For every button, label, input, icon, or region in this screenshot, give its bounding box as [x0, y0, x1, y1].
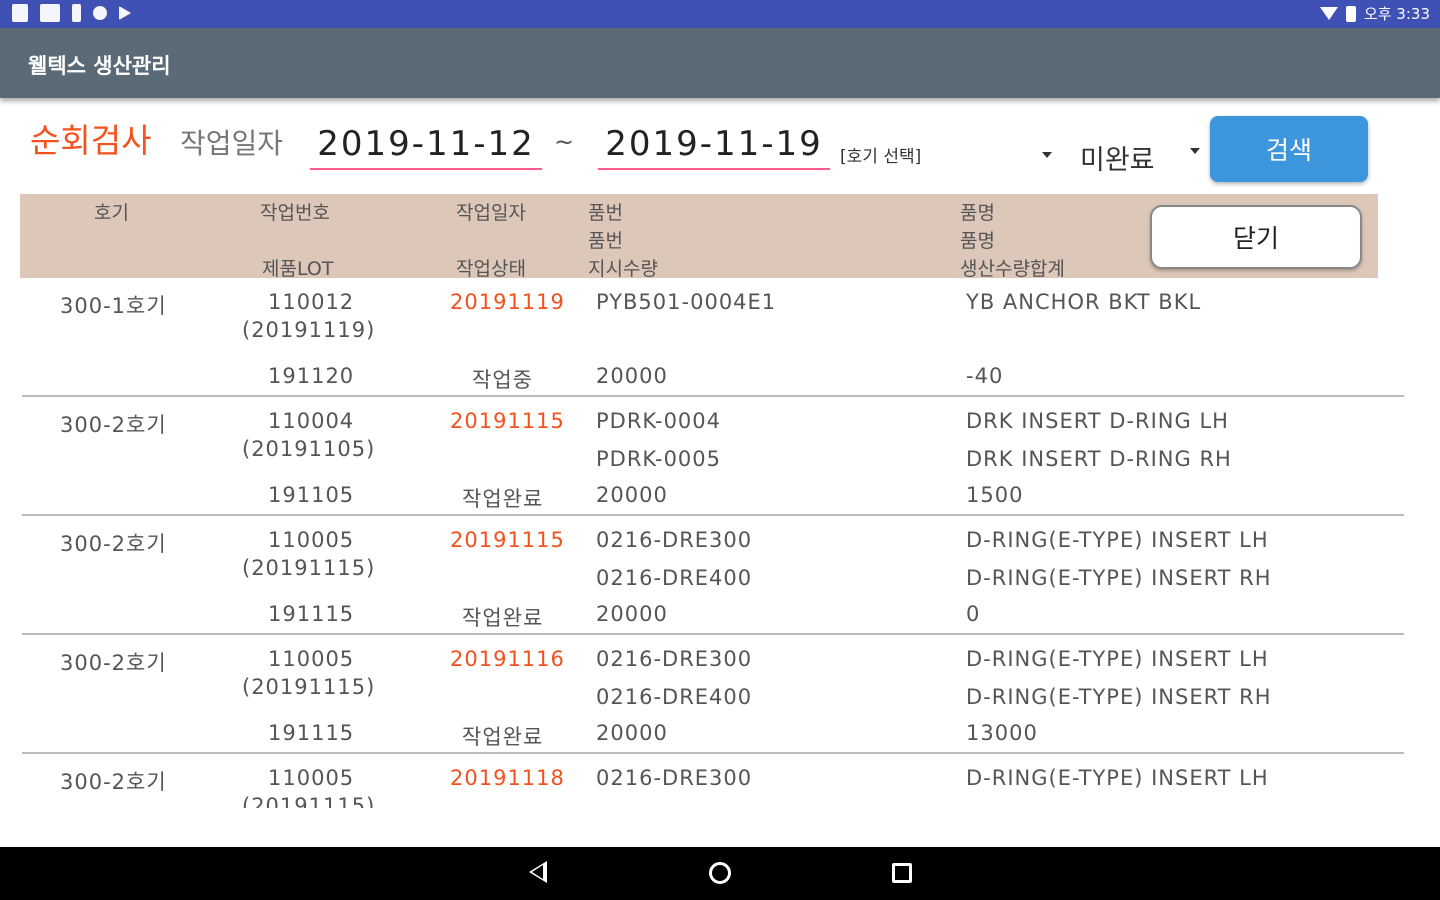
- wifi-icon: [1319, 7, 1338, 20]
- page-title: 순회검사: [30, 121, 152, 160]
- play-icon: [119, 6, 131, 20]
- row-machine: 300-1호기: [60, 294, 167, 318]
- row-order-qty: 20000: [596, 602, 668, 626]
- row-part-no-1: PYB501-0004E1: [596, 290, 777, 314]
- status-icons-right: 오후 3:33: [1319, 3, 1430, 24]
- search-button[interactable]: 검색: [1210, 116, 1368, 182]
- row-work-no: 110005: [268, 766, 355, 790]
- header-work-date: 작업일자: [456, 202, 526, 224]
- back-icon[interactable]: [529, 861, 547, 883]
- row-part-no-2: 0216-DRE400: [596, 566, 753, 590]
- row-work-no-date: (20191115): [242, 794, 376, 808]
- row-machine: 300-2호기: [60, 413, 167, 437]
- row-part-name-1: D-RING(E-TYPE) INSERT LH: [966, 647, 1269, 671]
- row-part-no-1: 0216-DRE300: [596, 766, 753, 790]
- row-part-no-2: 0216-DRE400: [596, 685, 753, 709]
- row-part-no-1: PDRK-0004: [596, 409, 722, 433]
- row-order-qty: 20000: [596, 364, 668, 388]
- row-machine: 300-2호기: [60, 651, 167, 675]
- row-order-qty: 20000: [596, 483, 668, 507]
- row-part-name-1: DRK INSERT D-RING LH: [966, 409, 1229, 433]
- header-machine: 호기: [94, 202, 129, 224]
- row-part-no-2: PDRK-0005: [596, 447, 722, 471]
- row-work-date: 20191116: [450, 647, 565, 671]
- sim-icon: [72, 4, 81, 22]
- header-product-lot: 제품LOT: [262, 258, 334, 280]
- battery-icon: [1345, 5, 1356, 22]
- header-part-no-2: 품번: [588, 230, 623, 252]
- row-part-no-1: 0216-DRE300: [596, 647, 753, 671]
- row-order-qty: 20000: [596, 721, 668, 745]
- table-row[interactable]: 300-1호기 110012 (20191119) 20191119 PYB50…: [0, 278, 1440, 397]
- row-status: 작업중: [472, 368, 533, 392]
- date-to-field[interactable]: 2019-11-19: [598, 124, 830, 170]
- system-nav-bar: [0, 847, 1440, 900]
- row-part-name-2: DRK INSERT D-RING RH: [966, 447, 1232, 471]
- table-row[interactable]: 300-2호기 110005 (20191115) 20191116 0216-…: [0, 635, 1440, 754]
- date-label: 작업일자: [180, 127, 284, 160]
- row-status: 작업완료: [462, 725, 544, 749]
- status-icons-left: [12, 4, 131, 22]
- row-work-no: 110004: [268, 409, 355, 433]
- row-machine: 300-2호기: [60, 770, 167, 794]
- row-prod-sum: 13000: [966, 721, 1038, 745]
- row-work-date: 20191115: [450, 409, 565, 433]
- header-order-qty: 지시수량: [588, 258, 658, 280]
- machine-spinner[interactable]: [호기 선택]: [840, 142, 1056, 178]
- header-part-name-2: 품명: [960, 230, 995, 252]
- status-spinner-label: 미완료: [1080, 145, 1155, 176]
- header-part-name: 품명: [960, 202, 995, 224]
- app-title: 웰텍스 생산관리: [28, 54, 171, 78]
- home-icon[interactable]: [709, 862, 731, 884]
- date-range-separator: ~: [554, 128, 575, 156]
- table-row[interactable]: 300-2호기 110005 (20191115) 20191118 0216-…: [0, 754, 1440, 808]
- image-icon: [40, 4, 60, 22]
- row-part-name-2: D-RING(E-TYPE) INSERT RH: [966, 566, 1272, 590]
- row-status: 작업완료: [462, 606, 544, 630]
- row-work-date: 20191115: [450, 528, 565, 552]
- status-bar: 오후 3:33: [0, 0, 1440, 28]
- row-part-name-1: YB ANCHOR BKT BKL: [966, 290, 1202, 314]
- row-work-date: 20191119: [450, 290, 565, 314]
- record-icon: [93, 6, 107, 20]
- row-status: 작업완료: [462, 487, 544, 511]
- row-prod-sum: 1500: [966, 483, 1024, 507]
- row-part-name-2: D-RING(E-TYPE) INSERT RH: [966, 685, 1272, 709]
- row-part-name-1: D-RING(E-TYPE) INSERT LH: [966, 766, 1269, 790]
- row-part-no-1: 0216-DRE300: [596, 528, 753, 552]
- app-bar: 웰텍스 생산관리: [0, 28, 1440, 98]
- row-lot: 191115: [268, 602, 355, 626]
- table-row[interactable]: 300-2호기 110005 (20191115) 20191115 0216-…: [0, 516, 1440, 635]
- row-prod-sum: 0: [966, 602, 981, 626]
- row-work-no: 110005: [268, 647, 355, 671]
- row-lot: 191120: [268, 364, 355, 388]
- table-row[interactable]: 300-2호기 110004 (20191105) 20191115 PDRK-…: [0, 397, 1440, 516]
- row-work-no: 110012: [268, 290, 355, 314]
- row-work-no-date: (20191115): [242, 675, 376, 699]
- row-work-no-date: (20191115): [242, 556, 376, 580]
- chevron-down-icon: [1042, 152, 1052, 158]
- work-list[interactable]: 300-1호기 110012 (20191119) 20191119 PYB50…: [0, 278, 1440, 808]
- row-lot: 191105: [268, 483, 355, 507]
- row-prod-sum: -40: [966, 364, 1004, 388]
- row-machine: 300-2호기: [60, 532, 167, 556]
- row-work-no: 110005: [268, 528, 355, 552]
- row-work-date: 20191118: [450, 766, 565, 790]
- recents-icon[interactable]: [892, 863, 912, 883]
- machine-spinner-label: [호기 선택]: [840, 147, 922, 167]
- row-work-no-date: (20191105): [242, 437, 376, 461]
- close-button[interactable]: 닫기: [1150, 205, 1362, 269]
- notification-icon: [12, 4, 28, 22]
- header-work-no: 작업번호: [260, 202, 330, 224]
- header-work-status: 작업상태: [456, 258, 526, 280]
- row-lot: 191115: [268, 721, 355, 745]
- date-from-field[interactable]: 2019-11-12: [310, 124, 542, 170]
- header-prod-qty-sum: 생산수량합계: [960, 258, 1065, 280]
- status-spinner[interactable]: 미완료: [1080, 138, 1204, 176]
- status-time: 오후 3:33: [1363, 5, 1430, 23]
- chevron-down-icon: [1190, 148, 1200, 154]
- row-work-no-date: (20191119): [242, 318, 376, 342]
- row-part-name-1: D-RING(E-TYPE) INSERT LH: [966, 528, 1269, 552]
- header-part-no: 품번: [588, 202, 623, 224]
